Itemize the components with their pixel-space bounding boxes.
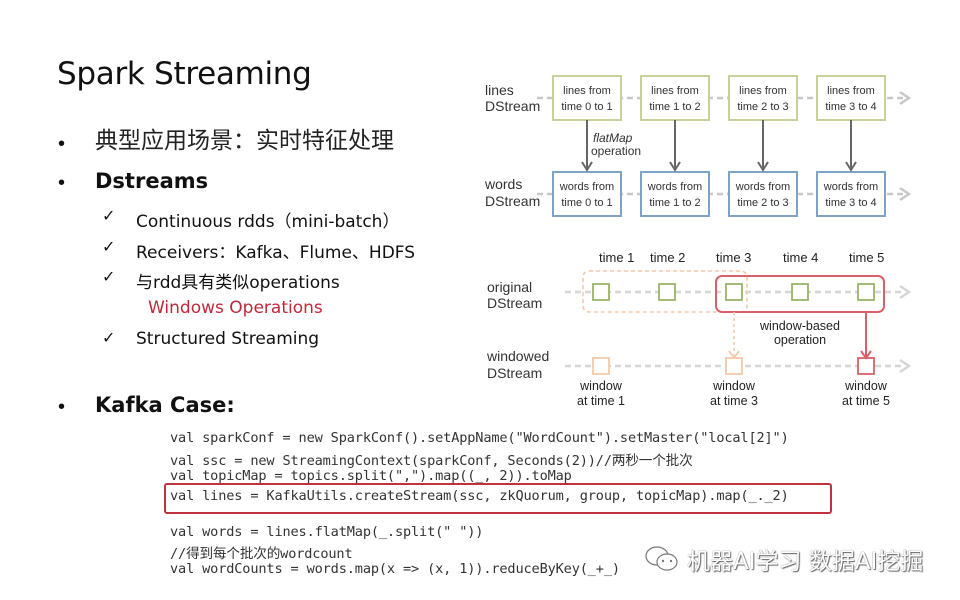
watermark: 机器AI学习 数据AI挖掘 xyxy=(643,542,923,576)
windowed-rdd-box xyxy=(592,357,610,375)
window-stream-arrow-head xyxy=(899,359,912,373)
time-label: time 2 xyxy=(650,250,685,265)
rdd-box xyxy=(791,283,809,301)
flatmap-label: flatMap xyxy=(593,131,633,145)
lines-box-label: time 0 to 1 xyxy=(561,101,612,113)
words-box-label: words from xyxy=(559,181,614,193)
window-stream-arrow-head xyxy=(899,285,912,299)
lines-box-label: time 2 to 3 xyxy=(737,101,788,113)
time-label: time 4 xyxy=(783,250,818,265)
lines-box-label: lines from xyxy=(827,85,875,97)
window-label: window xyxy=(712,379,756,393)
row-label-words-1: words xyxy=(484,176,522,192)
row-label-windowed-2: DStream xyxy=(487,365,542,381)
watermark-text: 机器AI学习 数据AI挖掘 xyxy=(687,549,924,575)
row-label-original-2: DStream xyxy=(487,295,542,311)
wechat-icon xyxy=(645,546,678,571)
lines-box-label: lines from xyxy=(651,85,699,97)
lines-box xyxy=(640,75,710,121)
window-label: window xyxy=(844,379,888,393)
window-op-label-1: window-based xyxy=(759,319,840,333)
words-box-label: time 3 to 4 xyxy=(825,197,876,209)
words-box xyxy=(552,171,622,217)
row-label-lines-2: DStream xyxy=(485,98,540,114)
row-label-lines-1: lines xyxy=(485,82,514,98)
rdd-box xyxy=(725,283,743,301)
rdd-box xyxy=(658,283,676,301)
words-box-label: words from xyxy=(823,181,878,193)
row-label-original-1: original xyxy=(487,279,532,295)
windowed-rdd-box xyxy=(725,357,743,375)
code-line: val sparkConf = new SparkConf().setAppNa… xyxy=(170,430,789,446)
window-label: at time 3 xyxy=(710,394,758,408)
words-box xyxy=(728,171,798,217)
window-op-label-2: operation xyxy=(774,333,826,347)
row-label-words-2: DStream xyxy=(485,193,540,209)
code-line: //得到每个批次的wordcount xyxy=(170,546,353,562)
lines-box xyxy=(816,75,886,121)
code-line: val words = lines.flatMap(_.split(" ")) xyxy=(170,524,484,540)
window-label: at time 5 xyxy=(842,394,890,408)
words-box-label: words from xyxy=(735,181,790,193)
lines-box-label: lines from xyxy=(739,85,787,97)
words-box-label: time 2 to 3 xyxy=(737,197,788,209)
words-box-label: time 1 to 2 xyxy=(649,197,700,209)
window-label: window xyxy=(579,379,623,393)
code-line: val ssc = new StreamingContext(sparkConf… xyxy=(170,453,693,469)
time-label: time 1 xyxy=(599,250,634,265)
code-line: val wordCounts = words.map(x => (x, 1)).… xyxy=(170,561,620,577)
words-box-label: words from xyxy=(647,181,702,193)
words-box xyxy=(640,171,710,217)
lines-box xyxy=(552,75,622,121)
operation-label: operation xyxy=(591,144,641,158)
time-label: time 3 xyxy=(716,250,751,265)
windowed-rdd-box xyxy=(857,357,875,375)
time-label: time 5 xyxy=(849,250,884,265)
code-line-highlighted: val lines = KafkaUtils.createStream(ssc,… xyxy=(170,488,789,504)
lines-box-label: time 1 to 2 xyxy=(649,101,700,113)
lines-box xyxy=(728,75,798,121)
lines-box-label: time 3 to 4 xyxy=(825,101,876,113)
rdd-box xyxy=(592,283,610,301)
words-box-label: time 0 to 1 xyxy=(561,197,612,209)
flatmap-diagram: lines DStream words DStream lines from ti… xyxy=(484,75,912,217)
code-line: val topicMap = topics.split(",").map((_,… xyxy=(170,468,572,484)
rdd-box xyxy=(857,283,875,301)
row-label-windowed-1: windowed xyxy=(486,348,549,364)
words-box xyxy=(816,171,886,217)
window-label: at time 1 xyxy=(577,394,625,408)
window-diagram: time 1 time 2 time 3 time 4 time 5 origi… xyxy=(486,250,912,408)
lines-box-label: lines from xyxy=(563,85,611,97)
